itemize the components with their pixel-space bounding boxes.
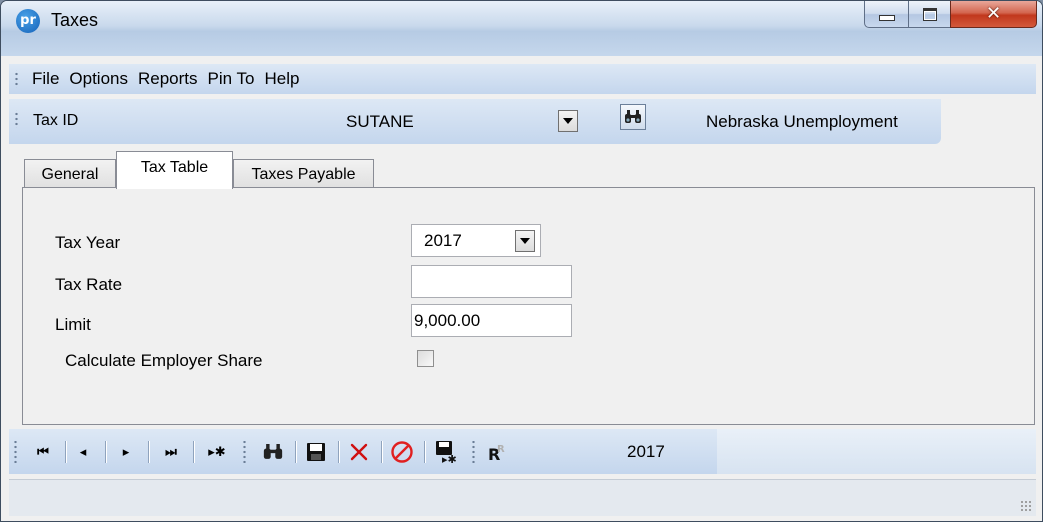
save-icon bbox=[307, 443, 325, 461]
maximize-button[interactable] bbox=[908, 1, 951, 28]
save-button[interactable] bbox=[302, 438, 330, 466]
previous-record-icon: ◂ bbox=[79, 444, 87, 460]
svg-text:▸✱: ▸✱ bbox=[442, 453, 456, 464]
close-button[interactable]: ✕ bbox=[950, 1, 1037, 28]
first-record-icon: ⏮ bbox=[37, 444, 49, 460]
tax-rate-input[interactable] bbox=[411, 265, 572, 298]
toolbar-separator bbox=[193, 441, 194, 463]
navigation-year: 2017 bbox=[627, 442, 665, 461]
taxes-window: pr Taxes ✕ File Options Reports Pin To H… bbox=[0, 0, 1043, 522]
window-title: Taxes bbox=[51, 10, 99, 30]
toolbar-separator bbox=[338, 441, 339, 463]
tax-table-panel: Tax Year 2017 Tax Rate Limit 9,000.00 Ca… bbox=[22, 187, 1035, 425]
close-icon: ✕ bbox=[985, 3, 1002, 24]
delete-button[interactable] bbox=[345, 438, 373, 466]
employer-share-checkbox[interactable] bbox=[417, 350, 434, 367]
last-record-icon: ⏭ bbox=[165, 444, 177, 460]
tax-rate-label: Tax Rate bbox=[55, 275, 123, 294]
new-record-button[interactable]: ▸✱ bbox=[199, 438, 235, 466]
find-tax-id-button[interactable] bbox=[620, 104, 646, 130]
tax-year-label: Tax Year bbox=[55, 233, 121, 252]
toolbar-separator bbox=[65, 441, 66, 463]
minimize-icon bbox=[878, 15, 895, 21]
tax-year-value: 2017 bbox=[424, 231, 462, 250]
report-icon: R R bbox=[488, 444, 505, 463]
tax-id-toolbar: Tax ID SUTANE Nebraska Unemployment bbox=[9, 99, 941, 144]
menu-reports[interactable]: Reports bbox=[133, 69, 203, 89]
menu-bar: File Options Reports Pin To Help bbox=[9, 64, 1036, 94]
toolbar-separator bbox=[424, 441, 425, 463]
employer-share-label: Calculate Employer Share bbox=[65, 351, 263, 370]
toolbar-separator bbox=[381, 441, 382, 463]
tax-id-dropdown-button[interactable] bbox=[558, 110, 578, 132]
tax-id-value: SUTANE bbox=[346, 112, 414, 131]
binoculars-icon bbox=[263, 444, 283, 459]
title-bar[interactable]: pr Taxes ✕ bbox=[1, 1, 1042, 56]
chevron-down-icon bbox=[520, 238, 530, 244]
toolbar-separator bbox=[148, 441, 149, 463]
tab-tax-table[interactable]: Tax Table bbox=[116, 151, 233, 189]
tab-taxes-payable[interactable]: Taxes Payable bbox=[233, 159, 374, 188]
menu-help[interactable]: Help bbox=[259, 69, 304, 89]
toolbar-grip-icon[interactable] bbox=[12, 441, 18, 463]
menu-options[interactable]: Options bbox=[64, 69, 133, 89]
minimize-button[interactable] bbox=[864, 1, 909, 28]
chevron-down-icon bbox=[563, 118, 573, 124]
limit-input[interactable]: 9,000.00 bbox=[411, 304, 572, 337]
svg-text:R: R bbox=[497, 444, 505, 455]
new-record-icon: ▸✱ bbox=[208, 444, 226, 460]
tax-id-label: Tax ID bbox=[33, 112, 79, 129]
save-new-button[interactable]: ▸✱ bbox=[431, 438, 459, 466]
status-bar bbox=[9, 479, 1036, 516]
record-navigation-toolbar: ⏮ ◂ ▸ ⏭ ▸✱ ▸✱ R R 2017 bbox=[9, 429, 717, 474]
menu-file[interactable]: File bbox=[27, 69, 64, 89]
tab-general[interactable]: General bbox=[24, 159, 116, 188]
tax-year-combobox[interactable]: 2017 bbox=[411, 224, 541, 257]
menu-grip-icon[interactable] bbox=[13, 70, 19, 88]
first-record-button[interactable]: ⏮ bbox=[29, 438, 57, 466]
report-button[interactable]: R R bbox=[483, 438, 511, 466]
tax-id-description: Nebraska Unemployment bbox=[706, 112, 898, 131]
delete-icon bbox=[350, 443, 368, 461]
cancel-icon bbox=[391, 441, 413, 463]
toolbar-grip-icon[interactable] bbox=[470, 441, 476, 463]
menu-pin-to[interactable]: Pin To bbox=[203, 69, 260, 89]
tax-id-combobox[interactable]: SUTANE bbox=[336, 107, 581, 135]
toolbar-empty-area bbox=[717, 429, 1036, 474]
find-button[interactable] bbox=[259, 438, 287, 466]
toolbar-separator bbox=[295, 441, 296, 463]
next-record-button[interactable]: ▸ bbox=[112, 438, 140, 466]
maximize-icon bbox=[922, 7, 937, 21]
previous-record-button[interactable]: ◂ bbox=[69, 438, 97, 466]
last-record-button[interactable]: ⏭ bbox=[157, 438, 185, 466]
app-icon[interactable]: pr bbox=[16, 9, 40, 33]
tax-year-dropdown-button[interactable] bbox=[515, 230, 535, 252]
resize-grip-icon[interactable] bbox=[1020, 500, 1032, 512]
limit-label: Limit bbox=[55, 315, 91, 334]
binoculars-icon bbox=[625, 110, 641, 123]
toolbar-grip-icon[interactable] bbox=[13, 110, 19, 128]
toolbar-separator bbox=[105, 441, 106, 463]
toolbar-grip-icon[interactable] bbox=[241, 441, 247, 463]
cancel-button[interactable] bbox=[388, 438, 416, 466]
save-new-icon: ▸✱ bbox=[436, 441, 456, 464]
next-record-icon: ▸ bbox=[122, 444, 130, 460]
